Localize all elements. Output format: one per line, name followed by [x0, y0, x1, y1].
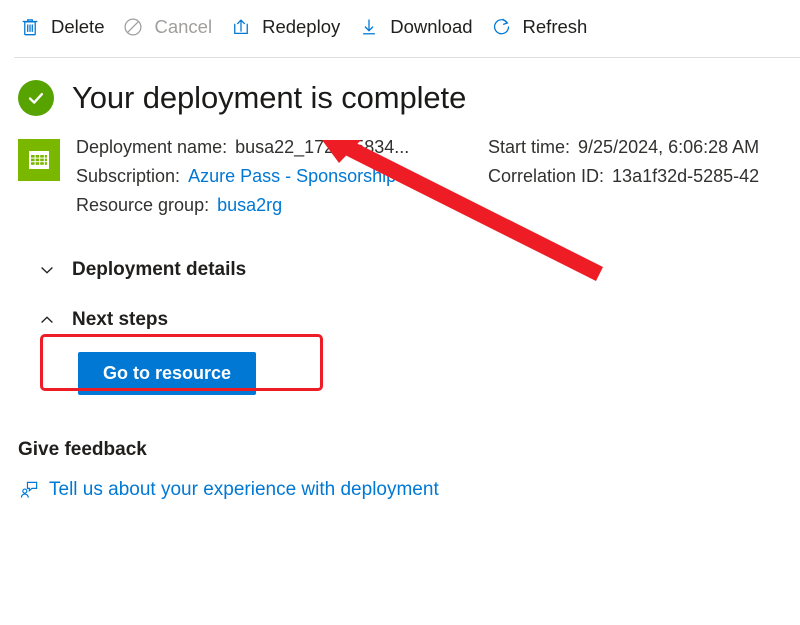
start-time-label: Start time: [488, 137, 571, 157]
toolbar-divider [14, 57, 800, 58]
redeploy-button-label: Redeploy [262, 16, 341, 37]
command-toolbar: Delete Cancel Redeploy Download Refresh [0, 0, 800, 54]
feedback-person-icon [18, 479, 40, 501]
resource-group-row: Resource group: busa2rg [76, 191, 488, 220]
refresh-button-label: Refresh [522, 16, 588, 37]
chevron-up-icon [38, 311, 56, 329]
feedback-survey-link[interactable]: Tell us about your experience with deplo… [18, 479, 439, 501]
deployment-summary: Deployment name: busa22_172725834... Sub… [18, 133, 800, 220]
download-icon [357, 15, 381, 39]
trash-icon [18, 15, 42, 39]
go-to-resource-button[interactable]: Go to resource [78, 352, 257, 395]
refresh-button[interactable]: Refresh [486, 11, 601, 43]
deployment-status-header: Your deployment is complete [18, 80, 800, 116]
correlation-id-value: 13a1f32d-5285-42 [612, 166, 760, 186]
upload-icon [229, 15, 253, 39]
deployment-details-label: Deployment details [72, 259, 247, 280]
next-steps-toggle[interactable]: Next steps [38, 302, 308, 338]
summary-column-right: Start time: 9/25/2024, 6:06:28 AM Correl… [488, 133, 759, 220]
start-time-row: Start time: 9/25/2024, 6:06:28 AM [488, 133, 759, 162]
delete-button-label: Delete [51, 16, 105, 37]
deployment-name-value: busa22_172725834... [235, 137, 410, 157]
delete-button[interactable]: Delete [14, 11, 117, 43]
deployment-details-toggle[interactable]: Deployment details [38, 252, 308, 288]
start-time-value: 9/25/2024, 6:06:28 AM [578, 137, 760, 157]
next-steps-label: Next steps [72, 309, 169, 330]
cancel-button[interactable]: Cancel [117, 11, 225, 43]
deployment-name-label: Deployment name: [76, 137, 228, 157]
subscription-row: Subscription: Azure Pass - Sponsorship [76, 162, 488, 191]
resource-group-link[interactable]: busa2rg [217, 191, 282, 220]
subscription-link[interactable]: Azure Pass - Sponsorship [188, 162, 396, 191]
refresh-icon [490, 15, 514, 39]
deployment-name-row: Deployment name: busa22_172725834... [76, 133, 488, 162]
chevron-down-icon [38, 261, 56, 279]
download-button-label: Download [390, 16, 473, 37]
correlation-id-label: Correlation ID: [488, 166, 605, 186]
subscription-label: Subscription: [76, 166, 181, 186]
feedback-link-label: Tell us about your experience with deplo… [49, 479, 439, 500]
redeploy-button[interactable]: Redeploy [225, 11, 353, 43]
give-feedback-heading: Give feedback [18, 439, 147, 460]
page-title: Your deployment is complete [72, 80, 467, 115]
summary-column-left: Deployment name: busa22_172725834... Sub… [76, 133, 488, 220]
correlation-id-row: Correlation ID: 13a1f32d-5285-42 [488, 162, 759, 191]
deployment-template-icon [18, 139, 60, 181]
block-icon [121, 15, 145, 39]
next-steps-content: Go to resource [40, 334, 800, 395]
download-button[interactable]: Download [353, 11, 485, 43]
success-check-icon [18, 80, 54, 116]
resource-group-label: Resource group: [76, 195, 210, 215]
cancel-button-label: Cancel [154, 16, 213, 37]
